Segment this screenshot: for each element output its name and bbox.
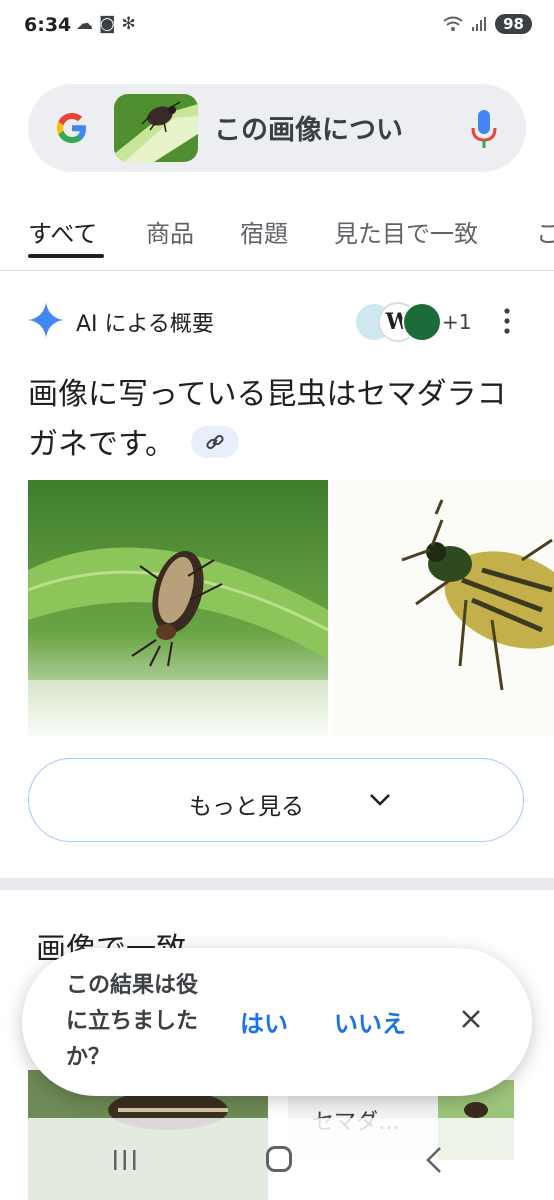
source-favicons[interactable]: W [354, 302, 442, 342]
recent-apps-icon[interactable] [112, 1148, 138, 1172]
pinwheel-icon: ✻ [121, 14, 136, 34]
link-icon [206, 434, 224, 449]
system-nav-bar [0, 1118, 554, 1200]
section-divider [0, 878, 554, 890]
microphone-icon[interactable] [468, 108, 500, 150]
beetle-image-2[interactable] [332, 480, 554, 736]
more-options-icon[interactable] [502, 306, 512, 336]
back-icon[interactable] [424, 1146, 444, 1174]
status-time: 6:34 [24, 14, 72, 36]
home-icon[interactable] [266, 1146, 292, 1172]
feedback-question: この結果は役に立ちましたか？ [66, 973, 199, 1070]
feedback-yes-button[interactable]: はい [240, 1004, 288, 1039]
ai-overview-title: AI による概要 [76, 312, 214, 337]
cloud-icon: ☁ [76, 14, 93, 34]
tab-more[interactable]: こ [536, 214, 554, 249]
answer-text: 画像に写っている昆虫はセマダラコガネです。 [28, 377, 507, 462]
feedback-no-button[interactable]: いいえ [334, 1004, 406, 1039]
tab-visual-matches[interactable]: 見た目で一致 [334, 214, 478, 249]
search-bar[interactable]: この画像につい [28, 84, 526, 172]
active-tab-indicator [28, 254, 104, 258]
search-query[interactable]: この画像につい [214, 108, 430, 147]
close-icon[interactable] [460, 1008, 482, 1030]
more-sources-count[interactable]: +1 [442, 310, 471, 334]
battery-indicator: 98 [495, 14, 532, 34]
source-favicon-3 [402, 302, 442, 342]
link-chip[interactable] [191, 425, 239, 458]
instagram-icon: ◙ [99, 14, 116, 34]
wifi-icon [443, 16, 463, 31]
ai-overview-header: AI による概要 W +1 [28, 300, 528, 344]
search-tabs: すべて 商品 宿題 見た目で一致 こ [0, 200, 554, 271]
tab-all[interactable]: すべて [28, 214, 97, 249]
chevron-down-icon [370, 794, 390, 806]
show-more-label: もっと見る [189, 794, 304, 820]
sparkle-icon [28, 302, 64, 338]
tab-homework[interactable]: 宿題 [240, 214, 288, 249]
query-image-thumbnail[interactable] [114, 94, 198, 162]
feedback-prompt: この結果は役に立ちましたか？ はい いいえ [22, 948, 532, 1096]
google-logo-icon[interactable] [52, 108, 92, 148]
signal-icon [472, 17, 487, 31]
status-bar: 6:34 ☁ ◙ ✻ 98 [0, 0, 554, 52]
beetle-image-1[interactable] [28, 480, 328, 736]
tab-products[interactable]: 商品 [146, 214, 194, 249]
ai-overview-answer: 画像に写っている昆虫はセマダラコガネです。 [28, 370, 528, 470]
show-more-button[interactable]: もっと見る [28, 758, 524, 842]
